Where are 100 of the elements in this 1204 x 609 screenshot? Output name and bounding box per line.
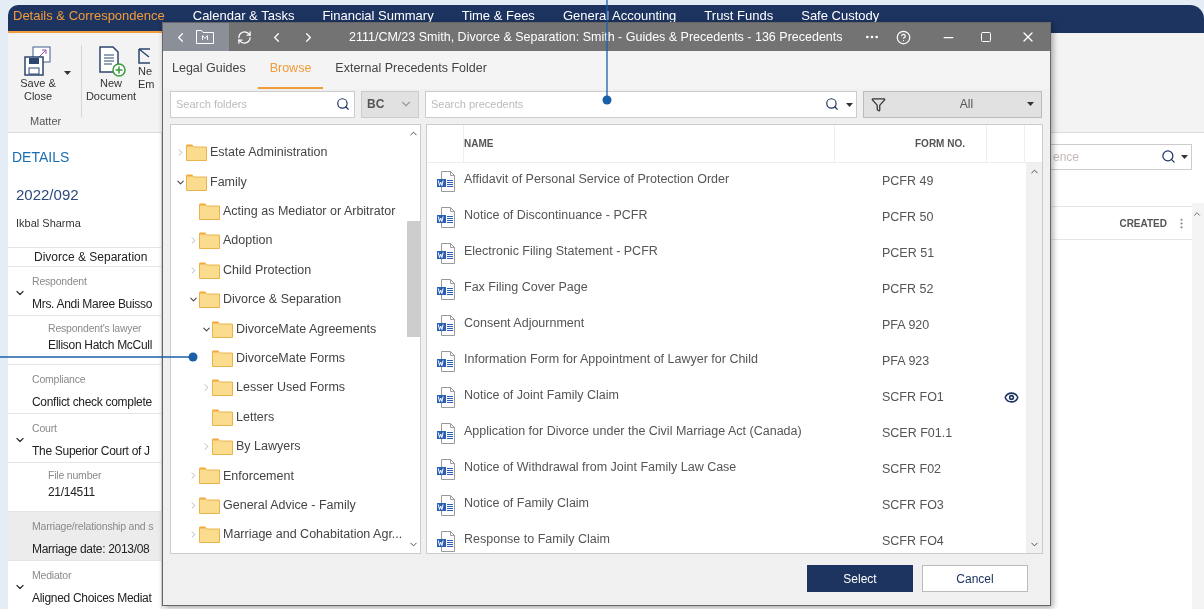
form-number: PFA 920 [882,316,931,334]
precedent-name: Response to Family Claim [464,530,611,548]
folder-tree-item[interactable]: Letters [171,402,406,432]
folder-tree-item[interactable]: Divorce & Separation [171,284,406,315]
precedent-name: Consent Adjournment [464,314,586,332]
folder-label: Family [210,173,247,191]
precedent-row[interactable]: Information Form for Appointment of Lawyer for Child PFA 923 [427,343,1026,379]
folder-tree-item[interactable]: Acting as Mediator or Arbitrator [171,196,406,227]
column-header[interactable]: FORM NO. [835,125,987,162]
field-label: Court [32,421,58,436]
folder-tree-item[interactable]: Lesser Used Forms [171,373,406,403]
word-document-icon [435,386,456,408]
folder-tree-item[interactable]: Adoption [171,226,406,256]
envelope-icon [138,45,150,65]
folder-label: Acting as Mediator or Arbitrator [223,203,396,221]
folder-tree-item[interactable]: DivorceMate Agreements [171,314,406,344]
precedent-name: Notice of Discontinuance - PCFR [464,206,649,224]
folder-label: Estate Administration [210,144,328,162]
precedent-name: Information Form for Appointment of Lawyer for Child [464,350,759,368]
help-icon[interactable] [896,29,911,45]
folder-label: Divorce & Separation [223,291,342,309]
ribbon-group-label: Matter [29,114,63,129]
refresh-icon[interactable] [237,29,252,45]
folder-search-field[interactable]: Search folders [170,90,355,118]
word-document-icon [435,494,456,516]
maximize-icon[interactable] [980,31,992,43]
folder-tree-item[interactable]: DivorceMate Forms [171,343,406,374]
search-icon[interactable] [336,96,350,111]
precedent-row[interactable]: Notice of Joint Family Claim SCFR FO1 [427,379,1026,415]
folder-icon [199,202,220,220]
folder-tree-item[interactable]: Family [171,167,406,197]
folder-icon [212,438,233,456]
precedent-name: Notice of Withdrawal from Joint Family Law Case [464,458,738,476]
scrollbar-thumb[interactable] [406,221,420,337]
word-document-icon [435,242,456,264]
folder-tree-item[interactable]: Estate Administration [171,138,406,168]
ribbon-button[interactable]: New Document [85,45,137,113]
word-document-icon [435,422,456,444]
field-label: File number [48,469,103,481]
field-value: The Superior Court of J [32,442,150,460]
precedent-name: Electronic Filing Statement - PCFR [464,242,659,260]
folder-tree-item[interactable]: Marriage and Cohabitation Agr... [171,520,406,550]
precedent-row[interactable]: Consent Adjournment PFA 920 [427,307,1026,343]
caret-icon [846,102,853,107]
folder-label: Letters [236,408,275,426]
folder-icon [212,320,233,338]
precedent-row[interactable]: Notice of Discontinuance - PCFR PCFR 50 [427,199,1026,235]
scrollbar[interactable] [1026,163,1042,553]
form-number: SCFR FO4 [882,532,945,550]
search-icon[interactable] [1161,149,1176,164]
ribbon-button[interactable]: Save & Close [12,45,78,113]
folder-icon [212,349,233,367]
folder-icon [212,408,233,426]
filter-icon [871,96,886,112]
folder-icon [199,291,220,309]
app-tab[interactable]: Calendar & Tasks [187,5,300,33]
folder-label: DivorceMate Forms [236,350,346,368]
column-header[interactable]: NAME [464,125,835,162]
dialog-tab[interactable]: External Precedents Folder [331,51,491,89]
form-number: PCFR 52 [882,280,935,298]
scroll-up-icon[interactable] [1192,209,1202,219]
precedent-row[interactable]: Affidavit of Personal Service of Protection Order PCFR 49 [427,163,1026,199]
field-value: Marriage date: 2013/08 [32,540,151,558]
folder-icon [199,496,220,514]
folder-label: General Advice - Family [223,497,356,514]
field-label: Mediator [32,568,73,583]
precedent-row[interactable]: Response to Family Claim SCFR FO4 [427,523,1026,553]
eye-icon[interactable] [1004,389,1019,405]
ribbon-button[interactable]: Ne Em [137,45,153,113]
precedent-search-field[interactable]: Search precedents [425,90,857,118]
precedent-row[interactable]: Notice of Family Claim SCFR FO3 [427,487,1026,523]
matter-number: 2022/092 [15,185,80,205]
dialog-button[interactable]: Select [807,565,913,592]
form-number: SCFR FO3 [882,496,945,514]
form-number: SCFR FO1 [882,388,945,406]
dialog-tab[interactable]: Legal Guides [168,51,250,89]
form-number: PFA 923 [882,352,931,370]
precedent-row[interactable]: Electronic Filing Statement - PCFR PCER 51 [427,235,1026,271]
precedent-row[interactable]: Fax Filing Cover Page PCFR 52 [427,271,1026,307]
dialog-button[interactable]: Cancel [922,565,1028,592]
word-document-icon [435,350,456,372]
precedent-name: Notice of Joint Family Claim [464,386,620,404]
region-dropdown[interactable]: BC [361,90,419,118]
details-heading: DETAILS [11,148,71,167]
filter-dropdown[interactable]: All [863,90,1042,118]
word-document-icon [435,170,456,192]
folder-icon [186,173,207,191]
precedent-row[interactable]: Application for Divorce under the Civil Marriage Act (Canada) SCER F01.1 [427,415,1026,451]
precedent-row[interactable]: Notice of Withdrawal from Joint Family Law Case SCFR F02 [427,451,1026,487]
search-field[interactable]: ence [1050,144,1192,170]
folder-icon [212,379,233,397]
folder-tree-item[interactable]: General Advice - Family [171,490,406,521]
folder-icon[interactable] [196,30,214,44]
form-number: PCFR 49 [882,172,935,190]
column-header[interactable]: CREATED [1119,215,1167,231]
search-icon[interactable] [825,96,839,111]
folder-tree-item[interactable]: Enforcement [171,461,406,491]
folder-icon [186,144,207,162]
folder-tree-item[interactable]: Child Protection [171,255,406,285]
folder-tree-item[interactable]: By Lawyers [171,431,406,462]
